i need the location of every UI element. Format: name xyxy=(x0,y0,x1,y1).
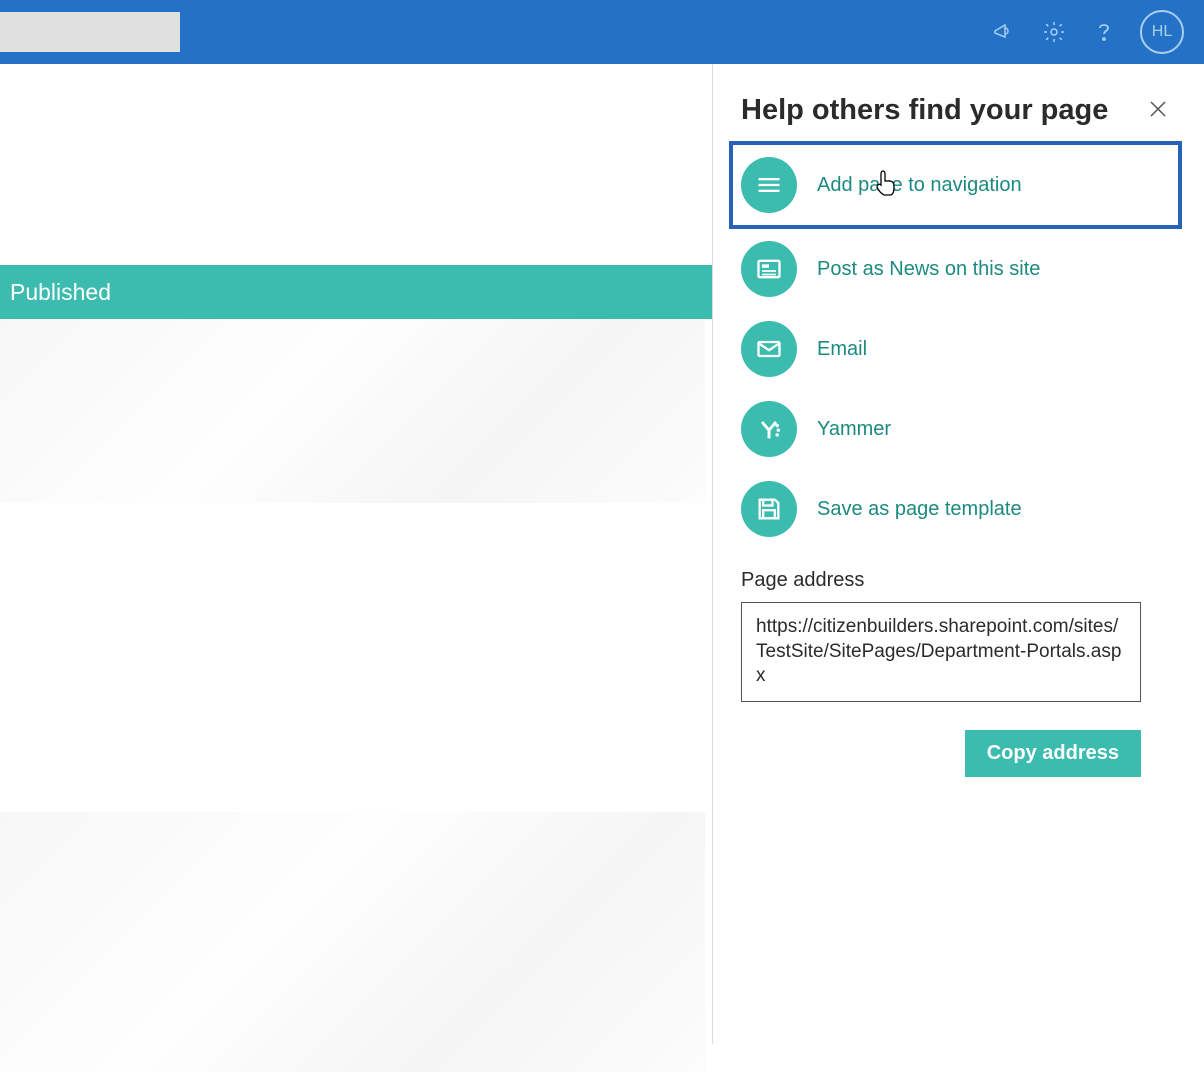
option-email[interactable]: Email xyxy=(741,309,1168,389)
avatar-initials: HL xyxy=(1152,23,1172,41)
help-others-panel: Help others find your page Add page to n… xyxy=(712,64,1204,1044)
option-save-template[interactable]: Save as page template xyxy=(741,469,1168,549)
option-post-as-news[interactable]: Post as News on this site xyxy=(741,229,1168,309)
page-address-field[interactable]: https://citizenbuilders.sharepoint.com/s… xyxy=(741,602,1141,702)
news-icon xyxy=(741,241,797,297)
copy-row: Copy address xyxy=(741,730,1141,777)
panel-title: Help others find your page xyxy=(741,94,1108,127)
option-label: Add page to navigation xyxy=(817,174,1022,197)
option-add-to-navigation[interactable]: Add page to navigation xyxy=(729,141,1182,229)
search-input[interactable] xyxy=(0,12,180,52)
avatar[interactable]: HL xyxy=(1140,10,1184,54)
published-banner: Published xyxy=(0,265,715,319)
panel-header: Help others find your page xyxy=(741,94,1168,127)
yammer-icon xyxy=(741,401,797,457)
option-label: Email xyxy=(817,338,867,361)
option-label: Yammer xyxy=(817,418,891,441)
content-section-bg xyxy=(0,812,705,1072)
save-icon xyxy=(741,481,797,537)
header-actions: HL xyxy=(990,10,1192,54)
published-label: Published xyxy=(10,279,111,306)
mail-icon xyxy=(741,321,797,377)
hero-section-bg xyxy=(0,319,705,503)
help-icon[interactable] xyxy=(1090,18,1118,46)
option-yammer[interactable]: Yammer xyxy=(741,389,1168,469)
hamburger-icon xyxy=(741,157,797,213)
option-label: Post as News on this site xyxy=(817,258,1040,281)
copy-address-button[interactable]: Copy address xyxy=(965,730,1141,777)
close-icon[interactable] xyxy=(1148,99,1168,123)
option-label: Save as page template xyxy=(817,498,1022,521)
page-address-label: Page address xyxy=(741,569,1168,592)
gear-icon[interactable] xyxy=(1040,18,1068,46)
app-header: HL xyxy=(0,0,1204,64)
megaphone-icon[interactable] xyxy=(990,18,1018,46)
